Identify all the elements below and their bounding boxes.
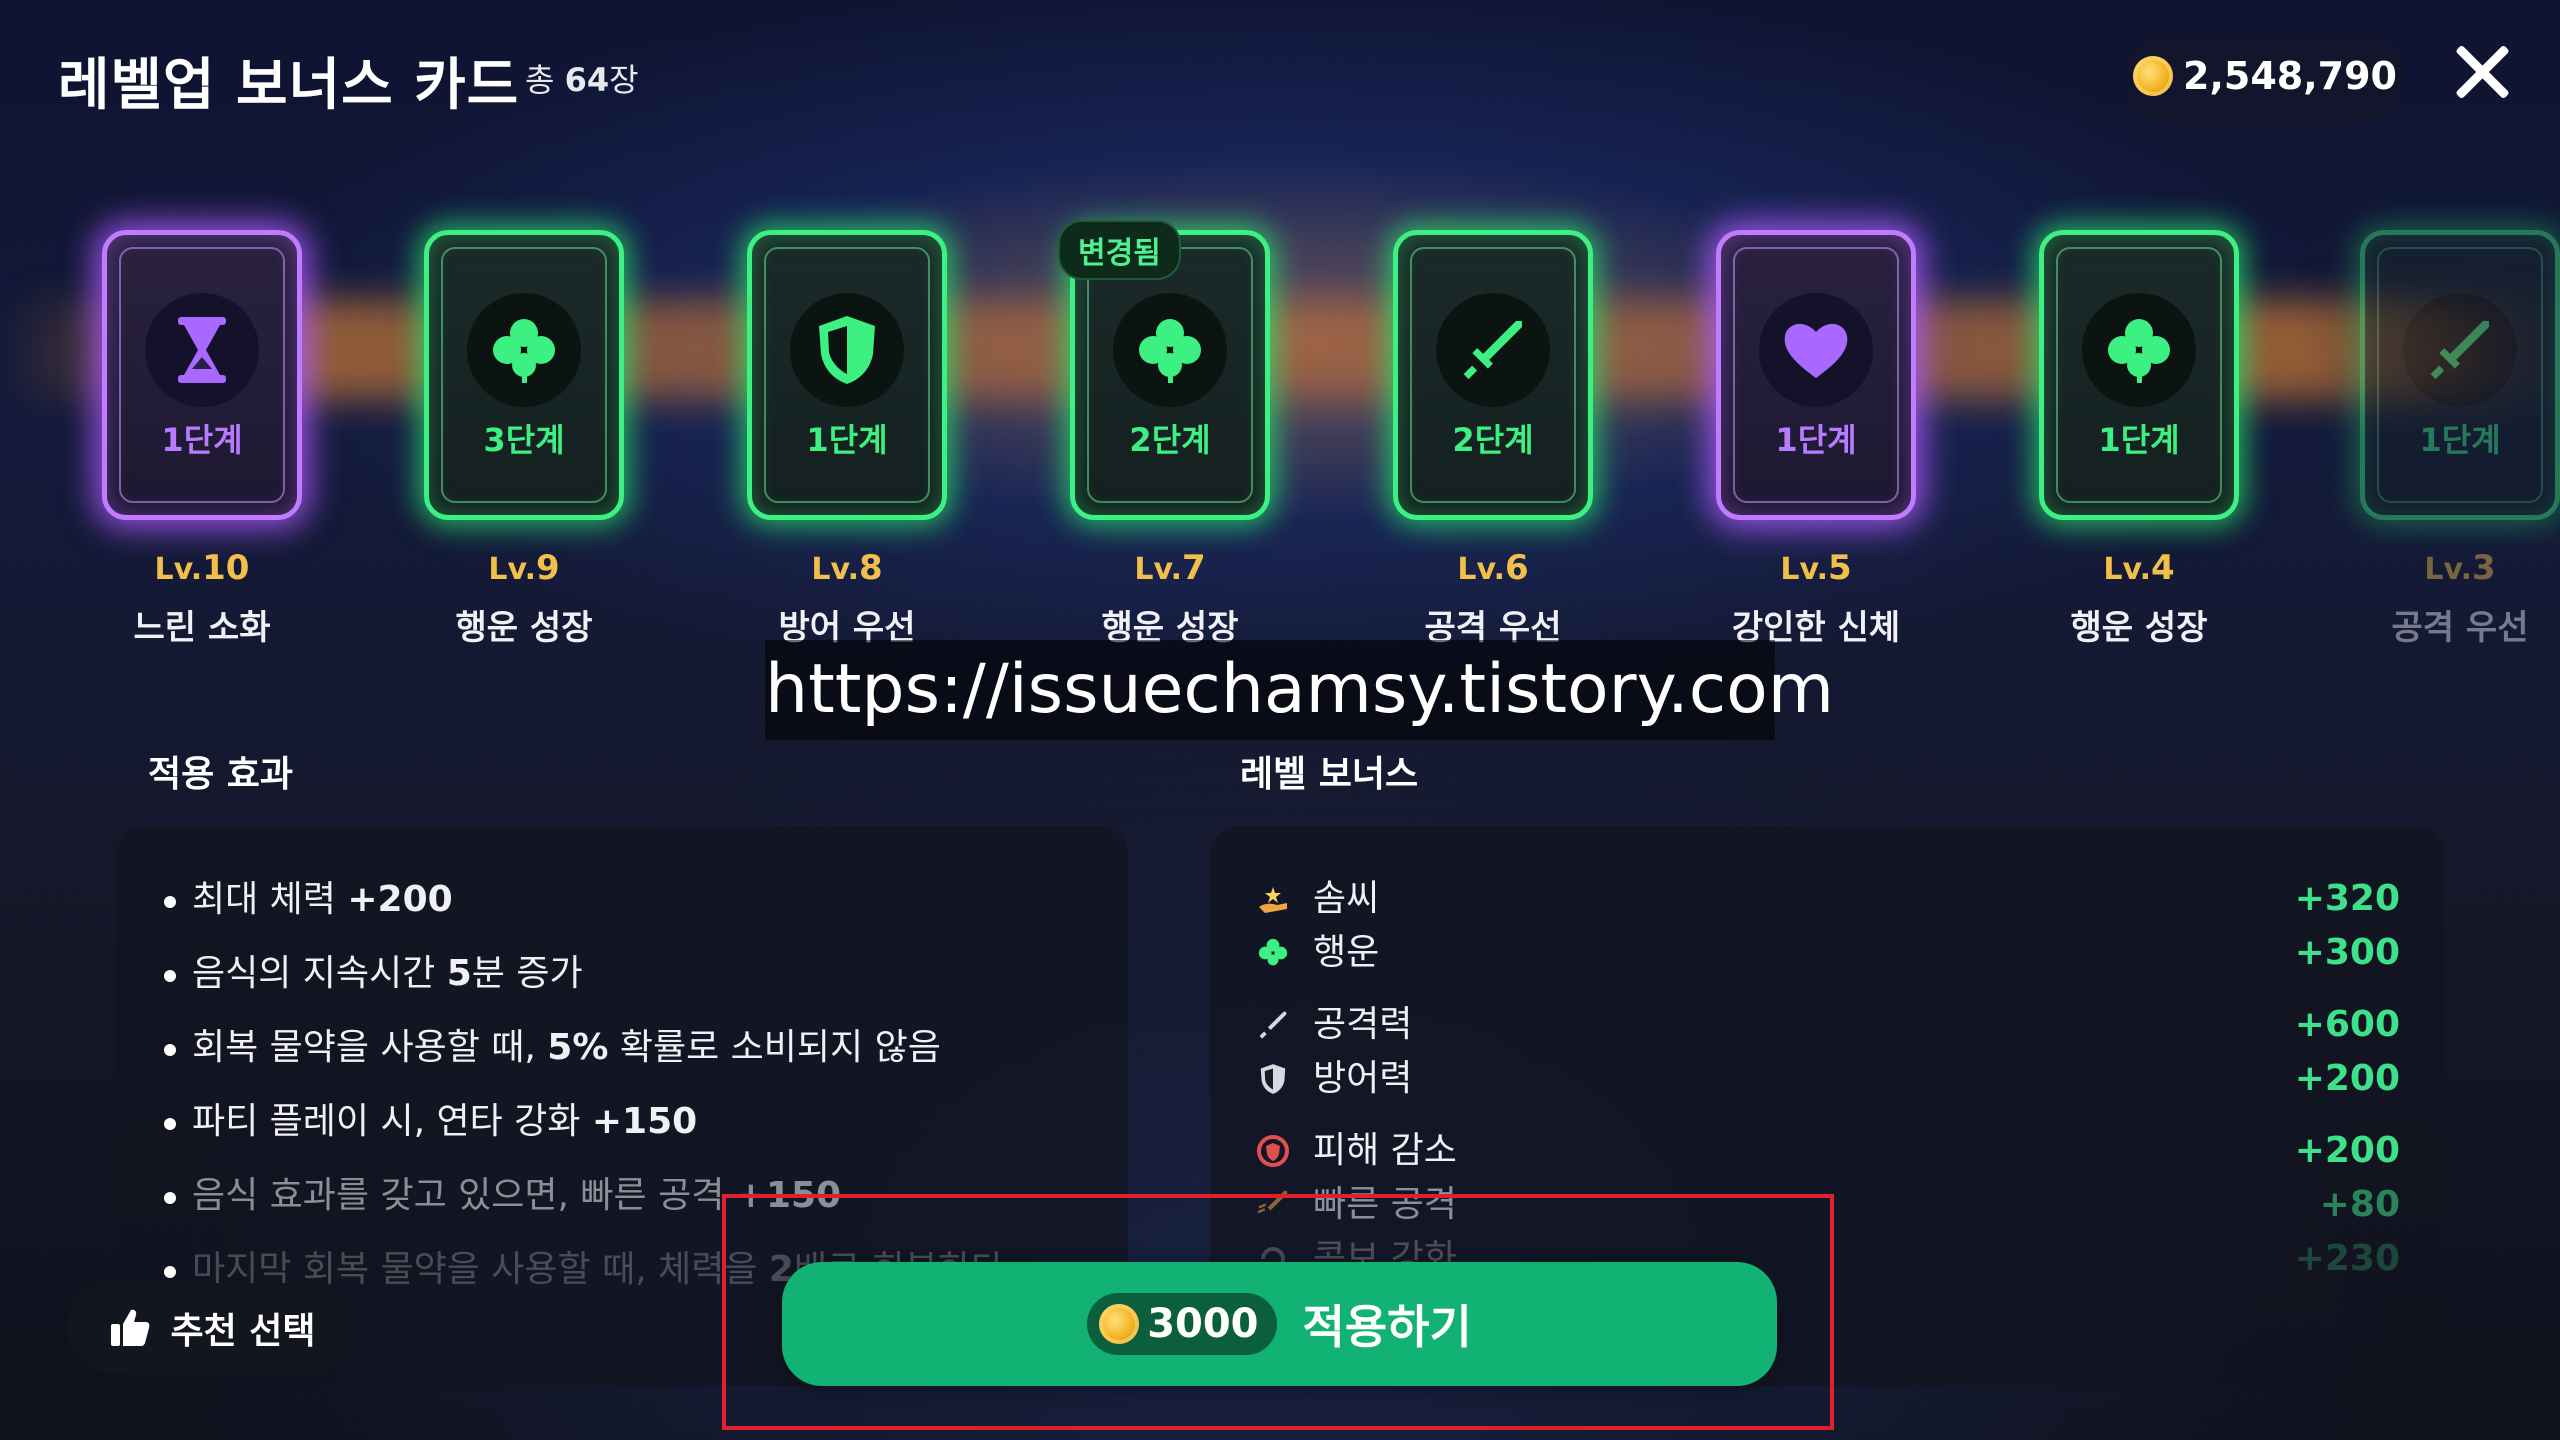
card-stage: 1단계 xyxy=(161,421,243,459)
level-prefix: Lv. xyxy=(2103,552,2151,587)
clover-icon xyxy=(1113,293,1227,407)
coin-icon xyxy=(2133,56,2174,96)
level-number: 3 xyxy=(2471,548,2496,588)
shield-icon xyxy=(790,293,904,407)
level-prefix: Lv. xyxy=(488,552,536,587)
bonus-card-lv9[interactable]: 3단계 xyxy=(424,230,624,520)
thumbs-up-icon xyxy=(111,1309,150,1346)
level-prefix: Lv. xyxy=(1457,552,1505,587)
highlight-box xyxy=(722,1194,1834,1430)
level-number: 7 xyxy=(1181,548,1206,588)
card-name: 행운 성장 xyxy=(455,608,593,648)
card-level: Lv.10 xyxy=(72,548,332,588)
bonus-card-lv3[interactable]: 1단계 xyxy=(2360,230,2560,520)
coin-balance: 2,548,790 xyxy=(2125,28,2405,124)
level-prefix: Lv. xyxy=(1780,552,1828,587)
total-prefix: 총 xyxy=(525,61,555,99)
card-level: Lv.4 xyxy=(2009,548,2269,588)
changed-badge: 변경됨 xyxy=(1058,220,1181,280)
total-number: 64 xyxy=(564,61,610,99)
card-stage: 1단계 xyxy=(2419,421,2501,459)
stat-row: 솜씨 +320 xyxy=(1255,872,2400,926)
effect-item: 최대 체력 +200 xyxy=(160,870,1040,944)
coin-amount: 2,548,790 xyxy=(2183,54,2397,98)
clover-icon xyxy=(1255,935,1291,971)
bonus-card-lv6[interactable]: 2단계 xyxy=(1393,230,1593,520)
stat-row: 행운 +300 xyxy=(1255,926,2400,980)
level-prefix: Lv. xyxy=(2424,552,2472,587)
shield-icon xyxy=(1255,1061,1291,1097)
level-number: 8 xyxy=(858,548,883,588)
card-stage: 3단계 xyxy=(483,421,565,459)
card-level: Lv.9 xyxy=(394,548,654,588)
sword-icon xyxy=(1255,1007,1291,1043)
card-stage: 1단계 xyxy=(2098,421,2180,459)
close-button[interactable] xyxy=(2450,40,2514,104)
bonus-card-lv4[interactable]: 1단계 xyxy=(2039,230,2239,520)
level-number: 9 xyxy=(535,548,560,588)
recommend-button[interactable]: 추천 선택 xyxy=(68,1283,356,1373)
effect-item: 음식의 지속시간 5분 증가 xyxy=(160,944,1040,1018)
level-number: 5 xyxy=(1827,548,1852,588)
level-number: 10 xyxy=(202,548,250,588)
sword-icon xyxy=(2403,293,2517,407)
effects-section-title: 적용 효과 xyxy=(148,754,294,795)
level-prefix: Lv. xyxy=(811,552,859,587)
level-prefix: Lv. xyxy=(154,552,203,587)
card-name: 행운 성장 xyxy=(2070,608,2208,648)
effect-item: 회복 물약을 사용할 때, 5% 확률로 소비되지 않음 xyxy=(160,1018,1040,1092)
card-level: Lv.8 xyxy=(717,548,977,588)
total-suffix: 장 xyxy=(609,61,639,99)
stat-row: 피해 감소 +200 xyxy=(1255,1124,2400,1178)
page-title: 레벨업 보너스 카드 xyxy=(58,53,520,118)
bonus-card-lv10[interactable]: 1단계 xyxy=(102,230,302,520)
clover-icon xyxy=(2082,293,2196,407)
card-stage: 1단계 xyxy=(1775,421,1857,459)
card-stage: 1단계 xyxy=(806,421,888,459)
level-prefix: Lv. xyxy=(1134,552,1182,587)
card-name: 느린 소화 xyxy=(133,608,271,648)
clover-icon xyxy=(467,293,581,407)
stat-row: 공격력 +600 xyxy=(1255,998,2400,1052)
bonus-card-lv8[interactable]: 1단계 xyxy=(747,230,947,520)
stat-row: 방어력 +200 xyxy=(1255,1052,2400,1106)
card-stage: 2단계 xyxy=(1129,421,1211,459)
bonus-card-lv5[interactable]: 1단계 xyxy=(1716,230,1916,520)
level-number: 6 xyxy=(1504,548,1529,588)
card-stage: 2단계 xyxy=(1452,421,1534,459)
total-card-count: 총 64장 xyxy=(525,55,639,101)
effect-item: 파티 플레이 시, 연타 강화 +150 xyxy=(160,1092,1040,1166)
card-level: Lv.3 xyxy=(2330,548,2560,588)
craft-hand-icon xyxy=(1255,881,1291,917)
sword-icon xyxy=(1436,293,1550,407)
card-name: 공격 우선 xyxy=(2391,608,2529,648)
level-bonus-section-title: 레벨 보너스 xyxy=(1240,754,1419,795)
level-number: 4 xyxy=(2150,548,2175,588)
card-level: Lv.6 xyxy=(1363,548,1623,588)
card-level: Lv.5 xyxy=(1686,548,1946,588)
damage-reduce-icon xyxy=(1255,1133,1291,1169)
recommend-label: 추천 선택 xyxy=(170,1311,316,1352)
card-level: Lv.7 xyxy=(1040,548,1300,588)
watermark-url: https://issuechamsy.tistory.com xyxy=(765,640,1834,740)
hourglass-icon xyxy=(145,293,259,407)
card-carousel[interactable]: 변경됨 1단계 Lv.10 느린 소화 3단계 Lv.9 행운 성장 1단계 L… xyxy=(0,220,2560,650)
heart-icon xyxy=(1759,293,1873,407)
